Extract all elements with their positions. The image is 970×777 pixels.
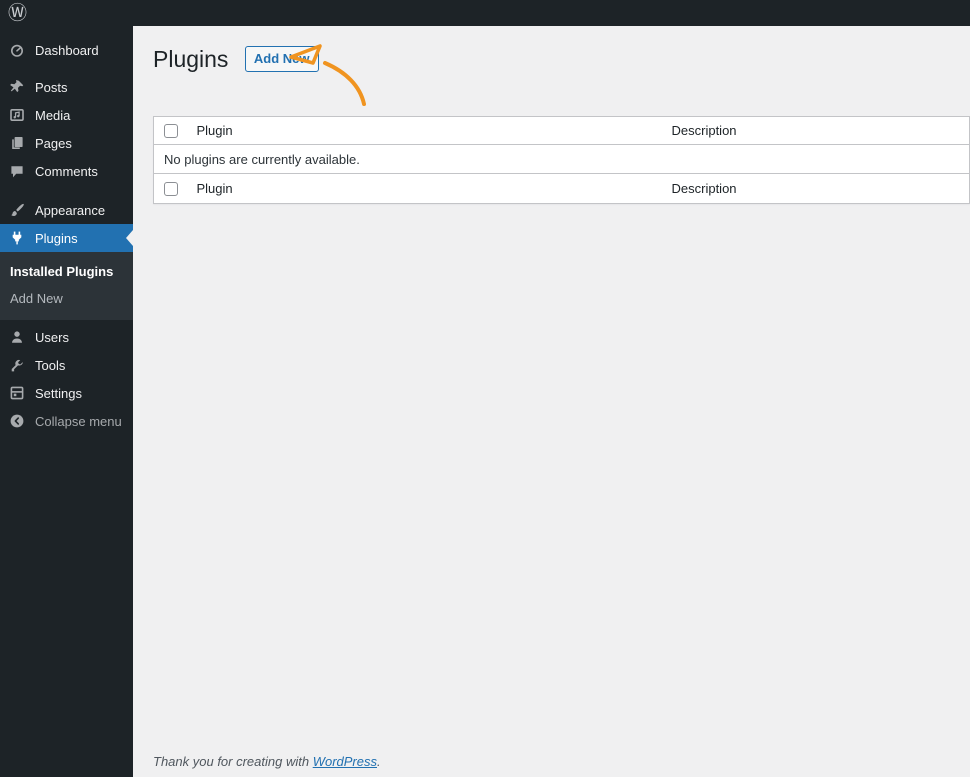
table-footer: Plugin Description bbox=[153, 173, 970, 204]
add-new-button[interactable]: Add New bbox=[244, 45, 319, 73]
footer-credit-text: Thank you for creating with bbox=[153, 754, 313, 769]
footer-credit-suffix: . bbox=[377, 754, 381, 769]
sidebar-item-settings[interactable]: Settings bbox=[0, 379, 133, 407]
submenu-item-add-new[interactable]: Add New bbox=[0, 285, 133, 312]
sidebar-item-dashboard[interactable]: Dashboard bbox=[0, 36, 133, 64]
sidebar-item-label: Settings bbox=[35, 385, 82, 401]
table-body: No plugins are currently available. bbox=[154, 145, 970, 174]
sidebar-item-comments[interactable]: Comments bbox=[0, 157, 133, 185]
dashboard-icon bbox=[8, 41, 26, 59]
table-header: Plugin Description bbox=[153, 116, 970, 145]
sidebar-item-label: Media bbox=[35, 107, 71, 123]
column-footer-plugin: Plugin bbox=[186, 173, 662, 204]
empty-row: No plugins are currently available. bbox=[154, 145, 970, 174]
submenu-item-installed-plugins[interactable]: Installed Plugins bbox=[0, 258, 133, 285]
collapse-arrow-icon bbox=[8, 412, 26, 430]
menu-separator bbox=[0, 185, 133, 196]
wrench-icon bbox=[8, 356, 26, 374]
sidebar-item-appearance[interactable]: Appearance bbox=[0, 196, 133, 224]
column-footer-description: Description bbox=[661, 173, 970, 204]
plugins-list-table: Plugin Description No plugins are curren… bbox=[153, 116, 970, 204]
menu-separator bbox=[0, 64, 133, 73]
user-icon bbox=[8, 328, 26, 346]
media-icon bbox=[8, 106, 26, 124]
wordpress-link[interactable]: WordPress bbox=[313, 754, 377, 769]
admin-bar: Ⓦ bbox=[0, 0, 970, 26]
collapse-menu-label: Collapse menu bbox=[35, 413, 122, 429]
wordpress-logo-icon[interactable]: Ⓦ bbox=[8, 4, 27, 23]
sidebar-item-label: Appearance bbox=[35, 202, 106, 218]
footer-credit: Thank you for creating with WordPress. bbox=[153, 754, 381, 769]
page-heading-row: Plugins Add New bbox=[153, 44, 970, 76]
sidebar-item-media[interactable]: Media bbox=[0, 101, 133, 129]
settings-icon bbox=[8, 384, 26, 402]
sidebar-item-plugins[interactable]: Plugins bbox=[0, 224, 133, 252]
column-header-plugin: Plugin bbox=[186, 116, 662, 145]
empty-message: No plugins are currently available. bbox=[164, 151, 360, 167]
sidebar-item-label: Comments bbox=[35, 163, 98, 179]
collapse-menu-button[interactable]: Collapse menu bbox=[0, 407, 133, 435]
pushpin-icon bbox=[8, 78, 26, 96]
brush-icon bbox=[8, 201, 26, 219]
plugin-icon bbox=[8, 229, 26, 247]
table-footer-row: Plugin Description bbox=[153, 173, 970, 204]
column-header-description: Description bbox=[661, 116, 970, 145]
sidebar-item-pages[interactable]: Pages bbox=[0, 129, 133, 157]
plugins-submenu: Installed Plugins Add New bbox=[0, 252, 133, 320]
page-title: Plugins bbox=[153, 46, 229, 72]
pages-icon bbox=[8, 134, 26, 152]
sidebar-item-label: Posts bbox=[35, 79, 68, 95]
sidebar-item-label: Pages bbox=[35, 135, 72, 151]
select-all-checkbox-bottom[interactable] bbox=[164, 182, 178, 197]
sidebar-item-tools[interactable]: Tools bbox=[0, 351, 133, 379]
sidebar-item-label: Dashboard bbox=[35, 42, 99, 58]
table-header-row: Plugin Description bbox=[153, 116, 970, 145]
wordpress-admin-screen: Ⓦ Dashboard Posts Media Pages Comments A… bbox=[0, 0, 970, 777]
select-all-checkbox-top[interactable] bbox=[164, 124, 178, 139]
sidebar-item-posts[interactable]: Posts bbox=[0, 73, 133, 101]
sidebar-item-label: Plugins bbox=[35, 230, 78, 246]
sidebar-item-label: Users bbox=[35, 329, 69, 345]
sidebar-item-users[interactable]: Users bbox=[0, 323, 133, 351]
sidebar: Dashboard Posts Media Pages Comments App… bbox=[0, 26, 133, 777]
main-content: Plugins Add New Plugin Description No pl… bbox=[133, 26, 970, 777]
comments-icon bbox=[8, 162, 26, 180]
sidebar-item-label: Tools bbox=[35, 357, 66, 373]
